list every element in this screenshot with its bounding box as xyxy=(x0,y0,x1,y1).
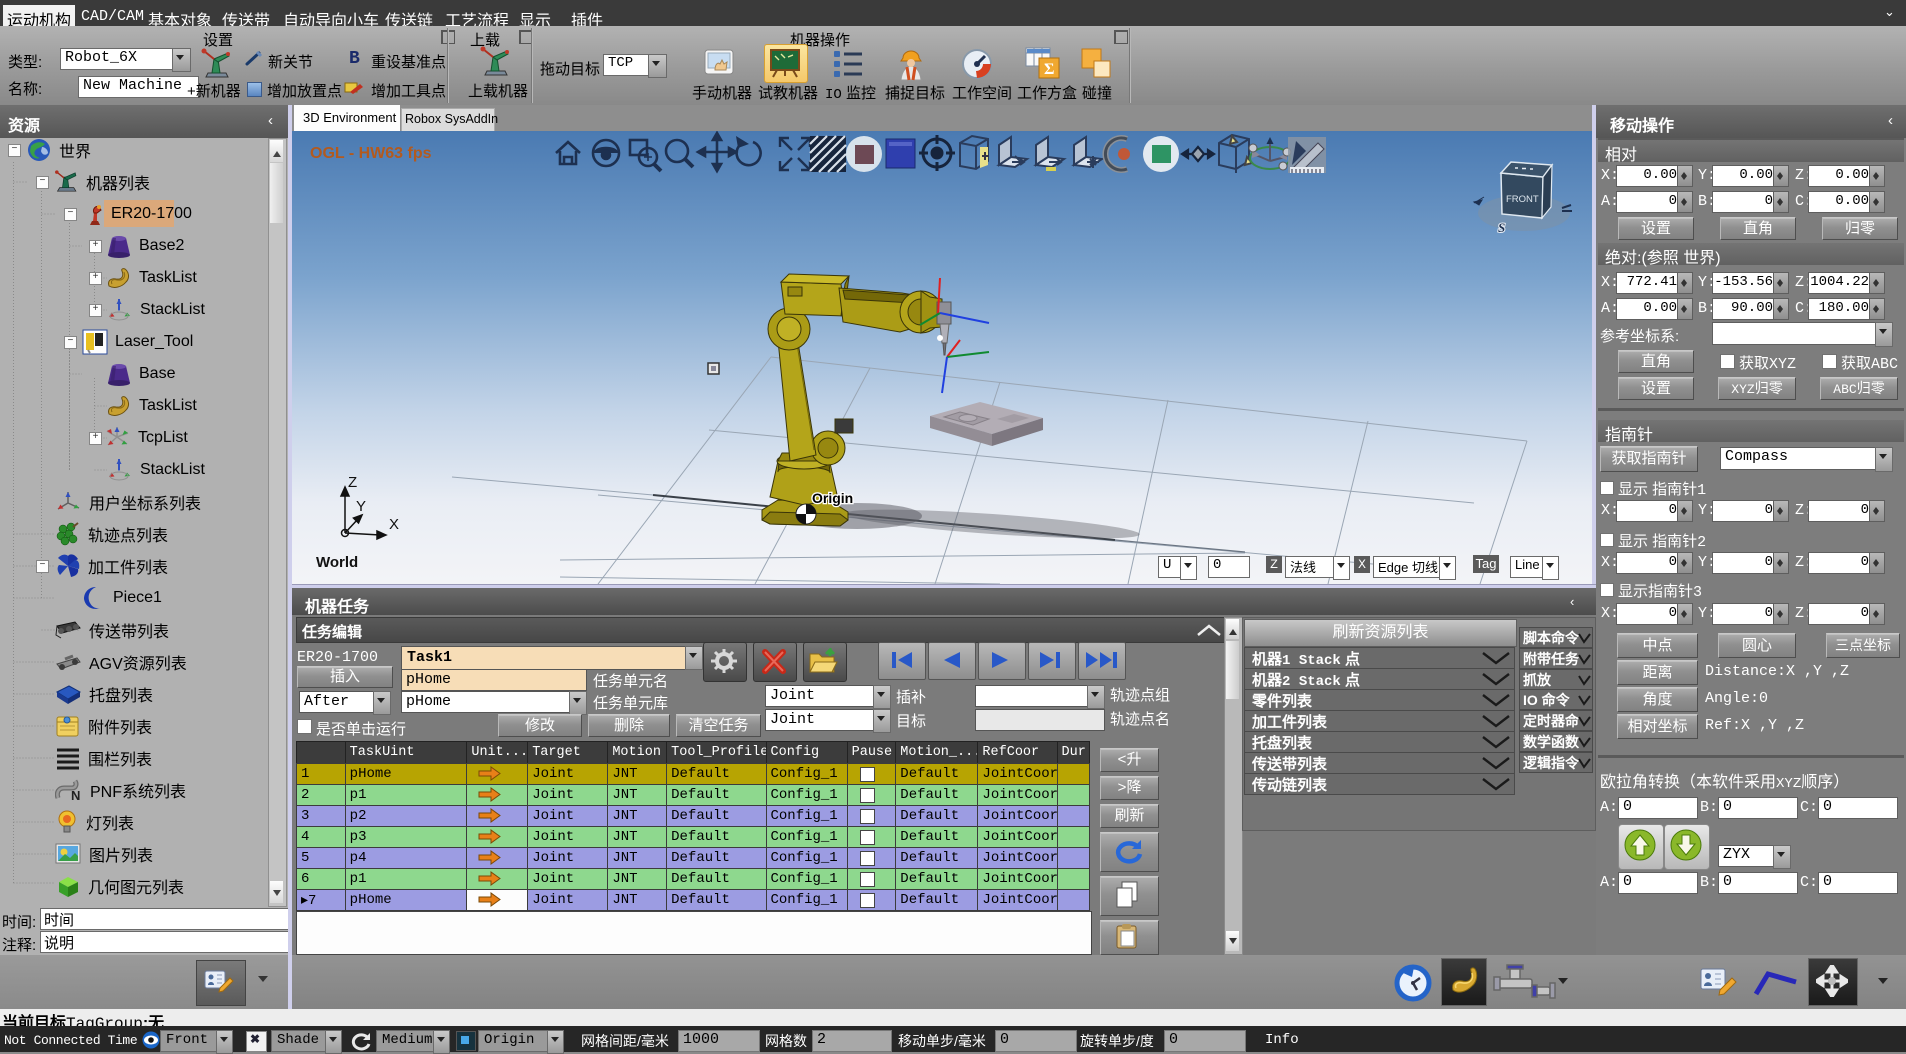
svg-text:World: World xyxy=(316,554,358,571)
svg-text:Y: Y xyxy=(356,498,366,515)
svg-text:Σ: Σ xyxy=(1044,61,1054,78)
svg-text:S: S xyxy=(1498,220,1505,235)
svg-text:X: X xyxy=(389,516,399,533)
svg-text:Origin: Origin xyxy=(812,490,853,506)
svg-text:Z: Z xyxy=(348,474,357,491)
svg-text:FRONT: FRONT xyxy=(1506,194,1539,205)
svg-text:N: N xyxy=(71,788,80,803)
